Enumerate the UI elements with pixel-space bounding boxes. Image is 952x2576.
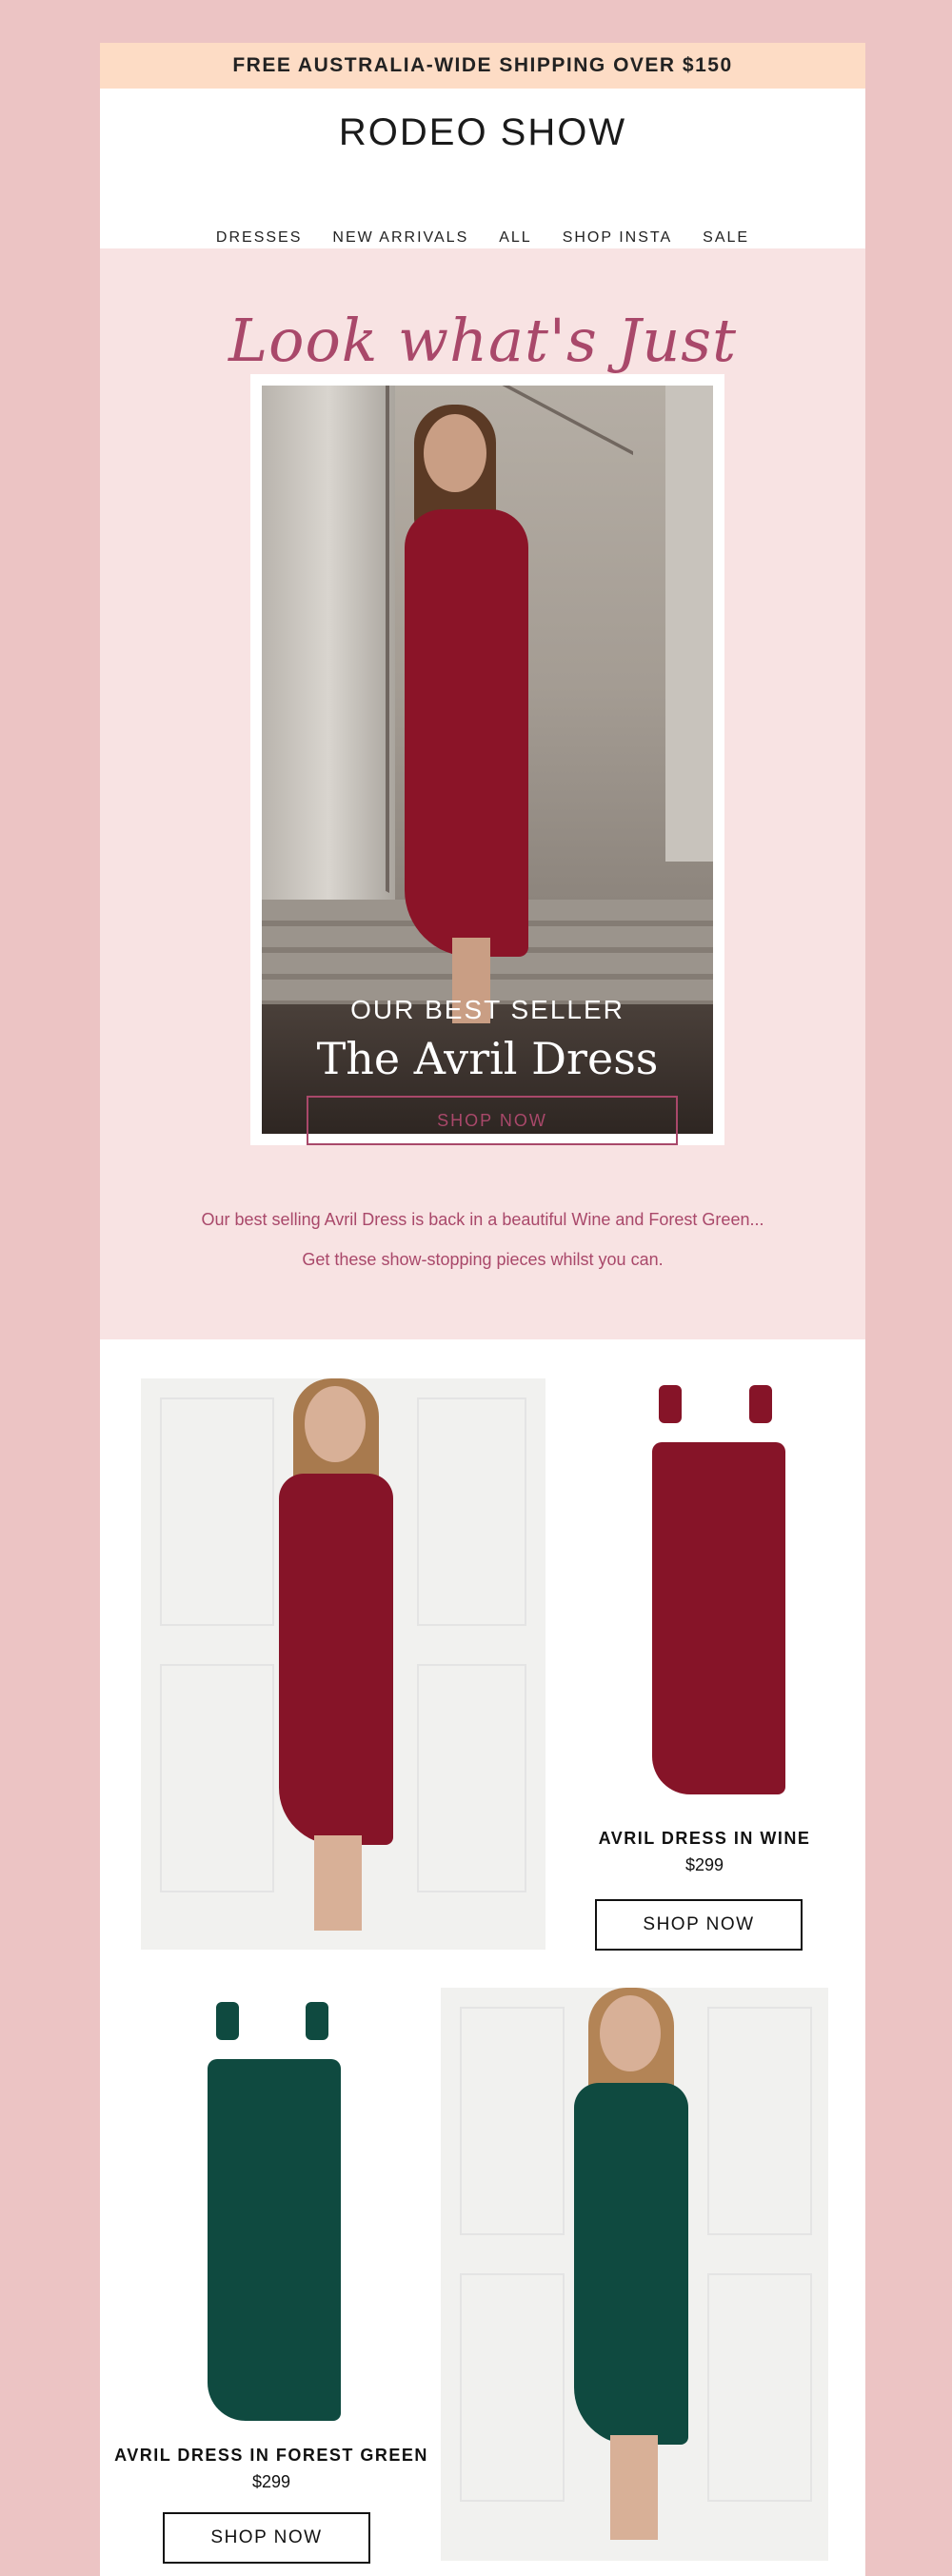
- model-face: [424, 414, 486, 492]
- hero-overlay-subtitle: OUR BEST SELLER: [350, 995, 625, 1024]
- shop-now-green-button[interactable]: SHOP NOW: [163, 2512, 370, 2564]
- brand-logo[interactable]: RODEO SHOW: [100, 111, 865, 154]
- wall-panel: [417, 1664, 526, 1892]
- nav-item-new-arrivals[interactable]: NEW ARRIVALS: [317, 229, 484, 247]
- wall-panel: [460, 2007, 565, 2235]
- dress-strap: [749, 1385, 772, 1423]
- model-wine-dress: [405, 509, 528, 957]
- nav-item-shop-insta[interactable]: SHOP INSTA: [547, 229, 687, 247]
- hero-shop-now-button[interactable]: SHOP NOW: [307, 1096, 678, 1145]
- wall-panel: [160, 1664, 274, 1892]
- wall-panel: [707, 2273, 812, 2502]
- email-container: FREE AUSTRALIA-WIDE SHIPPING OVER $150 R…: [100, 43, 865, 2576]
- hero-image[interactable]: OUR BEST SELLER The Avril Dress: [262, 386, 713, 1134]
- shipping-banner[interactable]: FREE AUSTRALIA-WIDE SHIPPING OVER $150: [100, 43, 865, 89]
- hero-overlay-title: The Avril Dress: [316, 1033, 659, 1084]
- stone-pillar: [262, 386, 395, 976]
- model-legs: [610, 2435, 658, 2540]
- wall-panel: [417, 1397, 526, 1626]
- nav-item-dresses[interactable]: DRESSES: [201, 229, 317, 247]
- dress-strap: [216, 2002, 239, 2040]
- wall-panel: [160, 1397, 274, 1626]
- main-nav: DRESSES NEW ARRIVALS ALL SHOP INSTA SALE: [100, 229, 865, 247]
- model-face: [305, 1386, 366, 1462]
- model-wine-dress: [279, 1474, 393, 1845]
- shop-now-wine-button[interactable]: SHOP NOW: [595, 1899, 803, 1951]
- model-face: [600, 1995, 661, 2071]
- dress-body: [208, 2059, 341, 2421]
- hero-section: Look what's Just arrived... OUR BEST SEL…: [100, 248, 865, 1339]
- stone-pillar-right: [665, 386, 713, 862]
- green-model-photo[interactable]: [441, 1988, 828, 2561]
- wine-dress-flat[interactable]: [647, 1385, 785, 1794]
- product-title-wine[interactable]: AVRIL DRESS IN WINE: [576, 1829, 833, 1849]
- nav-item-sale[interactable]: SALE: [687, 229, 764, 247]
- wall-panel: [707, 2007, 812, 2235]
- green-dress-flat[interactable]: [203, 2002, 341, 2421]
- dress-strap: [306, 2002, 328, 2040]
- hero-body-line2: Get these show-stopping pieces whilst yo…: [302, 1250, 664, 1269]
- dress-strap: [659, 1385, 682, 1423]
- hero-body-line1: Our best selling Avril Dress is back in …: [201, 1210, 764, 1229]
- wine-model-photo[interactable]: [141, 1378, 545, 1950]
- product-price-green: $299: [251, 2472, 291, 2491]
- dress-body: [652, 1442, 785, 1794]
- product-price-wine: $299: [684, 1855, 724, 1874]
- shipping-banner-text: FREE AUSTRALIA-WIDE SHIPPING OVER $150: [232, 54, 733, 76]
- product-title-green[interactable]: AVRIL DRESS IN FOREST GREEN: [109, 2446, 433, 2466]
- nav-item-all[interactable]: ALL: [484, 229, 546, 247]
- model-green-dress: [574, 2083, 688, 2445]
- wall-panel: [460, 2273, 565, 2502]
- model-legs: [314, 1835, 362, 1931]
